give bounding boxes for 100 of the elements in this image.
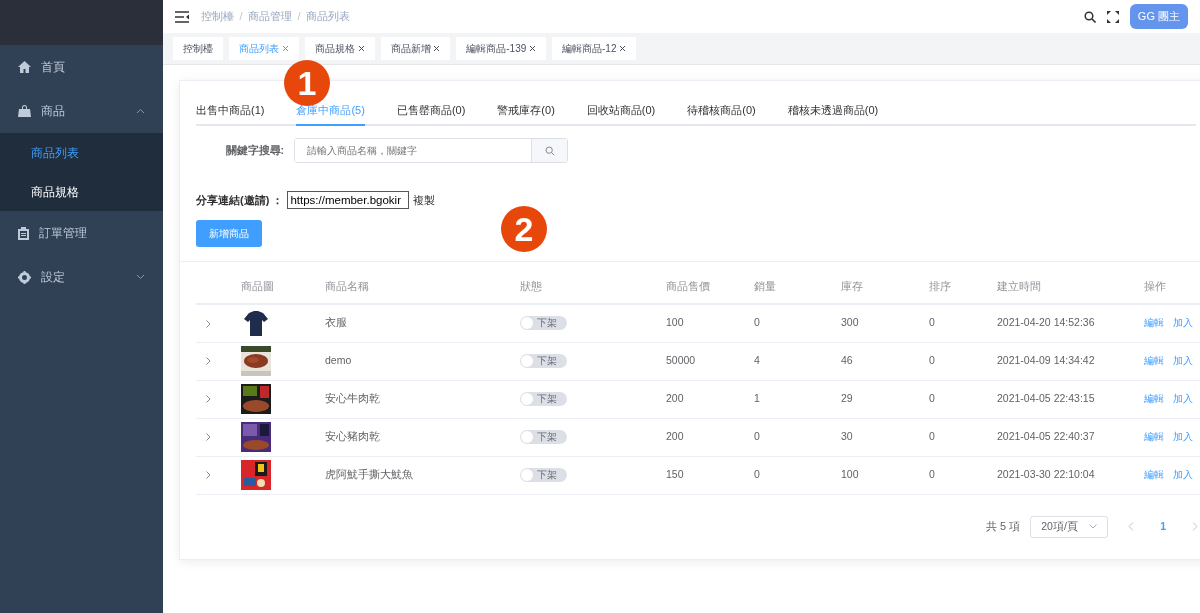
table-cell: 0 <box>919 342 987 380</box>
table-cell: 2021-04-05 22:40:37 <box>987 418 1134 456</box>
column-header: 商品名稱 <box>315 279 510 304</box>
sidebar-item[interactable]: 訂單管理 <box>0 211 163 255</box>
table-cell: 0 <box>744 304 831 342</box>
sidebar-item[interactable]: 商品 <box>0 89 163 133</box>
clipboard-icon <box>18 226 29 240</box>
status-tab[interactable]: 出售中商品(1) <box>196 101 265 126</box>
table-cell: 2021-04-05 22:43:15 <box>987 380 1134 418</box>
breadcrumb-item[interactable]: 商品管理 <box>248 8 293 25</box>
breadcrumb-item[interactable]: 控制檯 <box>201 8 234 25</box>
table-cell: 0 <box>744 418 831 456</box>
page-tab[interactable]: 商品新增 <box>380 37 451 60</box>
status-switch[interactable]: 下架 <box>520 315 567 330</box>
table-cell: 300 <box>831 304 919 342</box>
action-link[interactable]: 編輯 <box>1144 317 1164 329</box>
table-cell: 2021-04-09 14:34:42 <box>987 342 1134 380</box>
column-header: 排序 <box>919 279 987 304</box>
sidebar-item[interactable]: 設定 <box>0 255 163 299</box>
action-link[interactable]: 加入 <box>1173 469 1193 481</box>
column-header: 庫存 <box>831 279 919 304</box>
table-cell: 200 <box>656 418 744 456</box>
sidebar-subitem[interactable]: 商品規格 <box>0 172 163 211</box>
action-link[interactable]: 加入 <box>1173 431 1193 443</box>
status-switch[interactable]: 下架 <box>520 391 567 406</box>
table-cell: 100 <box>831 456 919 494</box>
table-cell: 0 <box>744 456 831 494</box>
page-number[interactable]: 1 <box>1154 517 1173 536</box>
table-cell: 100 <box>656 304 744 342</box>
column-header: 狀態 <box>510 279 656 304</box>
search-icon[interactable] <box>1083 10 1096 23</box>
action-link[interactable]: 編輯 <box>1144 355 1164 367</box>
share-link-label: 分享連結(邀請) ： <box>196 192 284 208</box>
column-header: 操作 <box>1134 279 1200 304</box>
close-icon[interactable] <box>357 45 365 52</box>
page-tab[interactable]: 商品列表 <box>229 37 299 60</box>
fullscreen-icon[interactable] <box>1106 10 1119 23</box>
table-cell: demo <box>315 342 510 380</box>
status-tab[interactable]: 警戒庫存(0) <box>497 101 555 126</box>
bag-icon <box>18 105 31 117</box>
expand-icon[interactable] <box>206 471 211 480</box>
sidebar-item[interactable]: 首頁 <box>0 45 163 89</box>
table-cell: 150 <box>656 456 744 494</box>
close-icon[interactable] <box>619 45 627 52</box>
search-button[interactable] <box>531 139 567 162</box>
action-link[interactable]: 編輯 <box>1144 393 1164 405</box>
status-switch[interactable]: 下架 <box>520 353 567 368</box>
action-link[interactable]: 加入 <box>1173 393 1193 405</box>
page-size-select[interactable]: 20項/頁 <box>1030 515 1109 538</box>
total-count: 共 5 項 <box>986 519 1021 535</box>
column-header: 銷量 <box>744 279 831 304</box>
table-cell: 0 <box>919 456 987 494</box>
status-tab[interactable]: 已售罄商品(0) <box>396 101 466 126</box>
table-cell: 0 <box>919 304 987 342</box>
action-link[interactable]: 編輯 <box>1144 469 1164 481</box>
breadcrumb-item[interactable]: 商品列表 <box>306 8 351 25</box>
add-product-button[interactable]: 新增商品 <box>196 220 262 247</box>
menu-icon[interactable] <box>175 10 189 23</box>
table-cell: 30 <box>831 418 919 456</box>
action-link[interactable]: 編輯 <box>1144 431 1164 443</box>
table-cell: 0 <box>919 418 987 456</box>
table-cell: 安心豬肉乾 <box>315 418 510 456</box>
breadcrumb-separator: / <box>239 9 243 25</box>
status-switch[interactable]: 下架 <box>520 467 567 482</box>
action-link[interactable]: 加入 <box>1173 355 1193 367</box>
close-icon[interactable] <box>529 45 536 52</box>
table-cell: 29 <box>831 380 919 418</box>
sidebar-subitem[interactable]: 商品列表 <box>0 133 163 172</box>
expand-icon[interactable] <box>206 395 211 404</box>
table-cell: 2021-03-30 22:10:04 <box>987 456 1134 494</box>
table-cell: 衣服 <box>315 304 510 342</box>
copy-link[interactable]: 複製 <box>413 191 436 209</box>
share-link-field[interactable]: https://member.bgokir <box>287 191 410 209</box>
expand-icon[interactable] <box>206 319 211 328</box>
status-tab[interactable]: 回收站商品(0) <box>586 101 656 126</box>
expand-icon[interactable] <box>206 357 211 366</box>
gear-icon <box>18 270 31 284</box>
caret-icon <box>1089 524 1098 529</box>
table-cell: 0 <box>919 380 987 418</box>
user-button[interactable]: GG 團主 <box>1129 4 1188 29</box>
table-cell: 2021-04-20 14:52:36 <box>987 304 1134 342</box>
column-header: 商品圖 <box>231 279 315 304</box>
column-header: 建立時間 <box>987 279 1134 304</box>
search-field[interactable]: 請輸入商品名稱，關鍵字 <box>294 138 568 163</box>
close-icon[interactable] <box>433 45 441 52</box>
table-cell: 安心牛肉乾 <box>315 380 510 418</box>
status-tab[interactable]: 稽核未透過商品(0) <box>787 101 879 126</box>
expand-icon[interactable] <box>206 433 211 442</box>
page-tab[interactable]: 編輯商品-12 <box>552 37 637 60</box>
page-tab[interactable]: 商品規格 <box>304 37 375 60</box>
home-icon <box>18 61 31 73</box>
table-cell: 4 <box>744 342 831 380</box>
status-switch[interactable]: 下架 <box>520 429 567 444</box>
search-icon <box>544 145 555 156</box>
page-tab[interactable]: 控制檯 <box>173 37 223 60</box>
action-link[interactable]: 加入 <box>1173 317 1193 329</box>
breadcrumb-separator: / <box>297 9 301 25</box>
status-tab[interactable]: 待稽核商品(0) <box>687 101 756 126</box>
table-cell: 46 <box>831 342 919 380</box>
page-tab[interactable]: 編輯商品-139 <box>456 37 546 60</box>
